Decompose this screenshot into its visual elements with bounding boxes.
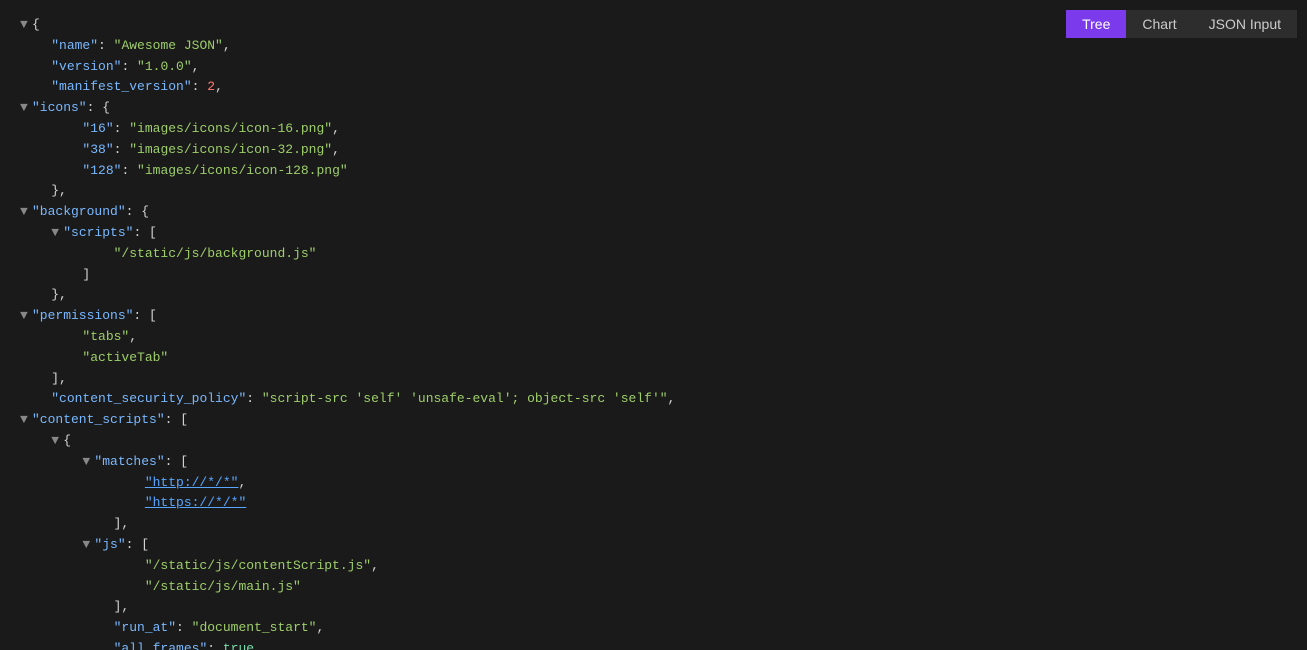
list-item: "16": "images/icons/icon-16.png", xyxy=(20,119,1287,140)
list-item: "run_at": "document_start", xyxy=(20,618,1287,639)
toolbar: Tree Chart JSON Input xyxy=(1066,10,1297,38)
list-item: "128": "images/icons/icon-128.png" xyxy=(20,161,1287,182)
list-item: "version": "1.0.0", xyxy=(20,57,1287,78)
list-item: "activeTab" xyxy=(20,348,1287,369)
collapse-toggle[interactable]: ▼ xyxy=(20,410,30,431)
list-item: ], xyxy=(20,369,1287,390)
list-item: ▼ "js": [ xyxy=(20,535,1287,556)
collapse-toggle[interactable]: ▼ xyxy=(51,223,61,244)
list-item: ], xyxy=(20,597,1287,618)
list-item: "38": "images/icons/icon-32.png", xyxy=(20,140,1287,161)
list-item: ▼ "content_scripts": [ xyxy=(20,410,1287,431)
list-item: ▼ { xyxy=(20,431,1287,452)
list-item: "manifest_version": 2, xyxy=(20,77,1287,98)
list-item: "tabs", xyxy=(20,327,1287,348)
list-item: "/static/js/main.js" xyxy=(20,577,1287,598)
json-viewer: ▼ { "name": "Awesome JSON", "version": "… xyxy=(0,0,1307,650)
list-item: "/static/js/contentScript.js", xyxy=(20,556,1287,577)
list-item: }, xyxy=(20,181,1287,202)
list-item: ▼ "matches": [ xyxy=(20,452,1287,473)
chart-tab-button[interactable]: Chart xyxy=(1126,10,1192,38)
list-item: ▼ "icons": { xyxy=(20,98,1287,119)
collapse-toggle[interactable]: ▼ xyxy=(20,15,30,36)
list-item: ], xyxy=(20,514,1287,535)
list-item: ▼ "background": { xyxy=(20,202,1287,223)
collapse-toggle[interactable]: ▼ xyxy=(20,306,30,327)
tree-tab-button[interactable]: Tree xyxy=(1066,10,1126,38)
list-item: "content_security_policy": "script-src '… xyxy=(20,389,1287,410)
json-input-tab-button[interactable]: JSON Input xyxy=(1193,10,1297,38)
collapse-toggle[interactable]: ▼ xyxy=(82,452,92,473)
list-item: "all_frames": true xyxy=(20,639,1287,650)
list-item: "/static/js/background.js" xyxy=(20,244,1287,265)
list-item: "http://*/*", xyxy=(20,473,1287,494)
list-item: ▼ "permissions": [ xyxy=(20,306,1287,327)
list-item: ▼ "scripts": [ xyxy=(20,223,1287,244)
list-item: ] xyxy=(20,265,1287,286)
list-item: }, xyxy=(20,285,1287,306)
collapse-toggle[interactable]: ▼ xyxy=(82,535,92,556)
list-item: "https://*/*" xyxy=(20,493,1287,514)
collapse-toggle[interactable]: ▼ xyxy=(20,202,30,223)
list-item: "name": "Awesome JSON", xyxy=(20,36,1287,57)
collapse-toggle[interactable]: ▼ xyxy=(51,431,61,452)
collapse-toggle[interactable]: ▼ xyxy=(20,98,30,119)
